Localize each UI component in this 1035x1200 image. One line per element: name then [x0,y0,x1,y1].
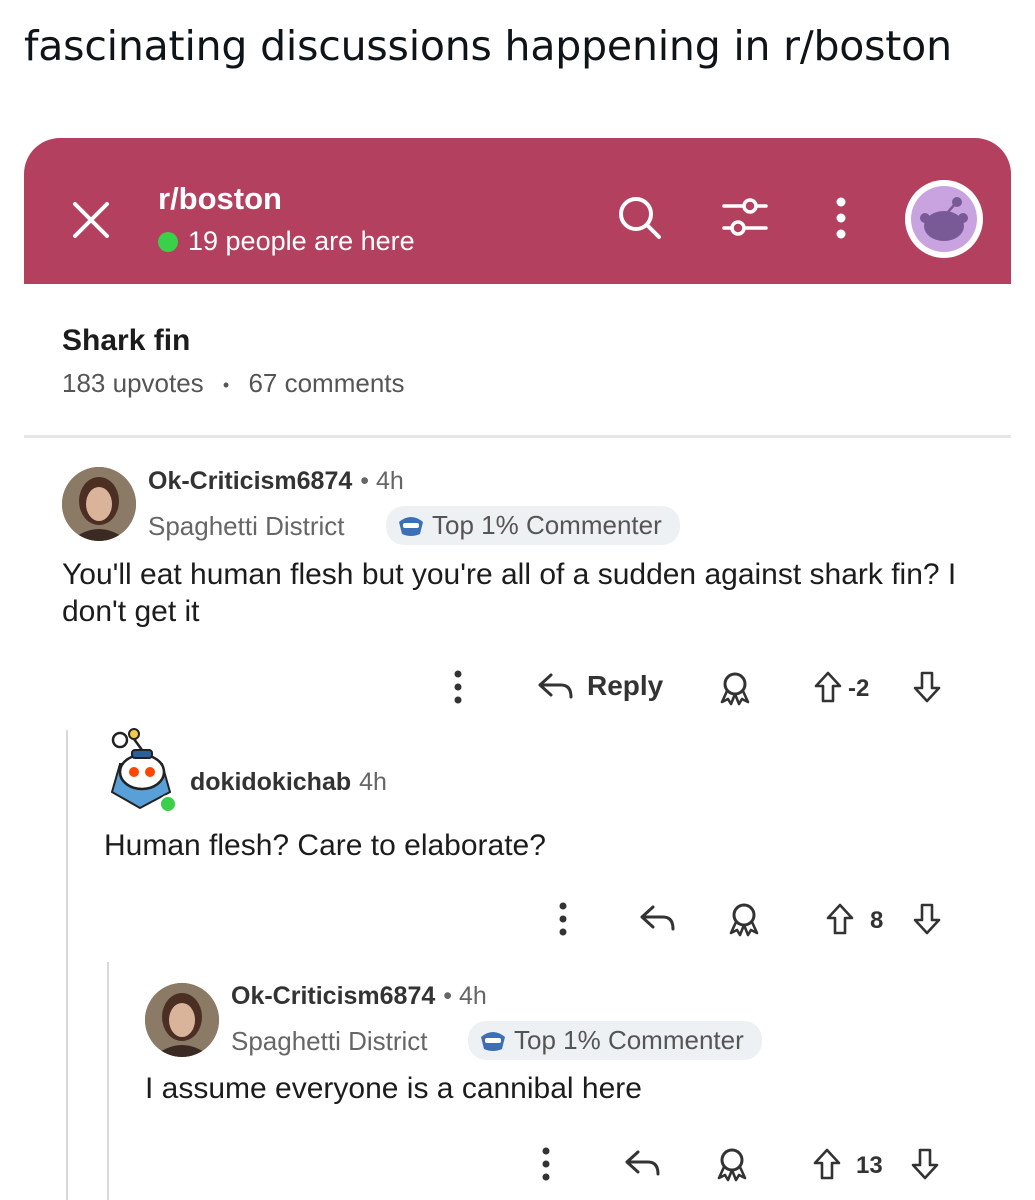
user-flair: Spaghetti District [231,1026,428,1056]
divider [24,435,1011,438]
upvote-icon[interactable] [813,670,843,704]
comment-header: Ok-Criticism6874 • 4h [231,982,487,1011]
downvote-icon[interactable] [910,1147,940,1181]
more-options-icon[interactable] [452,670,464,704]
upvote-count: 183 upvotes [62,368,204,398]
username[interactable]: Ok-Criticism6874 [148,467,352,496]
subreddit-name[interactable]: r/boston [158,181,282,217]
comment-text: I assume everyone is a cannibal here [145,1072,642,1105]
close-icon[interactable] [72,201,110,239]
more-options-icon[interactable] [557,902,569,936]
award-icon[interactable] [713,1146,751,1182]
tweet-caption: fascinating discussions happening in r/b… [24,22,952,70]
filter-icon[interactable] [722,196,768,240]
username[interactable]: dokidokichab [190,768,351,797]
avatar[interactable] [145,983,219,1057]
more-vertical-icon[interactable] [834,196,848,240]
badge-label: Top 1% Commenter [514,1025,744,1055]
downvote-icon[interactable] [912,670,942,704]
comment-score: 8 [870,907,884,934]
more-options-icon[interactable] [540,1147,552,1181]
upvote-icon[interactable] [825,902,855,936]
comment-count: 67 comments [248,368,405,398]
meta-separator: • [222,374,230,395]
subreddit-header: r/boston 19 people are here [24,138,1011,284]
commenter-badge-icon [481,1031,505,1051]
thread-line [66,730,68,1200]
top-commenter-badge: Top 1% Commenter [386,506,680,545]
user-flair: Spaghetti District [148,511,345,541]
reply-icon[interactable] [624,1148,662,1178]
username[interactable]: Ok-Criticism6874 [231,982,435,1011]
comment-score: -2 [848,675,870,702]
comment-time: 4h [359,768,387,796]
award-icon[interactable] [725,901,763,937]
award-icon[interactable] [716,670,754,706]
online-dot-icon [158,231,178,252]
comment-score: 13 [856,1152,883,1179]
post-title[interactable]: Shark fin [62,324,190,358]
avatar[interactable] [104,724,180,814]
comment-header: dokidokichab 4h [190,768,387,797]
search-icon[interactable] [616,194,664,242]
avatar[interactable] [62,467,136,541]
top-commenter-badge: Top 1% Commenter [468,1021,762,1060]
thread-line [107,962,109,1200]
comment-text: You'll eat human flesh but you're all of… [62,558,957,628]
comment-time: • 4h [443,982,487,1010]
badge-label: Top 1% Commenter [432,510,662,540]
online-count: 19 people are here [188,226,415,256]
comment-text: Human flesh? Care to elaborate? [104,829,546,862]
comment-time: • 4h [360,467,404,495]
upvote-icon[interactable] [812,1147,842,1181]
post-meta: 183 upvotes • 67 comments [62,368,405,399]
reply-label: Reply [587,670,664,701]
commenter-badge-icon [399,516,423,536]
online-indicator: 19 people are here [158,226,415,257]
reply-icon [538,673,573,699]
downvote-icon[interactable] [912,902,942,936]
user-avatar-icon[interactable] [905,180,983,258]
comment-header: Ok-Criticism6874 • 4h [148,467,404,496]
reply-button[interactable]: Reply [537,670,663,702]
reply-icon[interactable] [639,903,677,933]
